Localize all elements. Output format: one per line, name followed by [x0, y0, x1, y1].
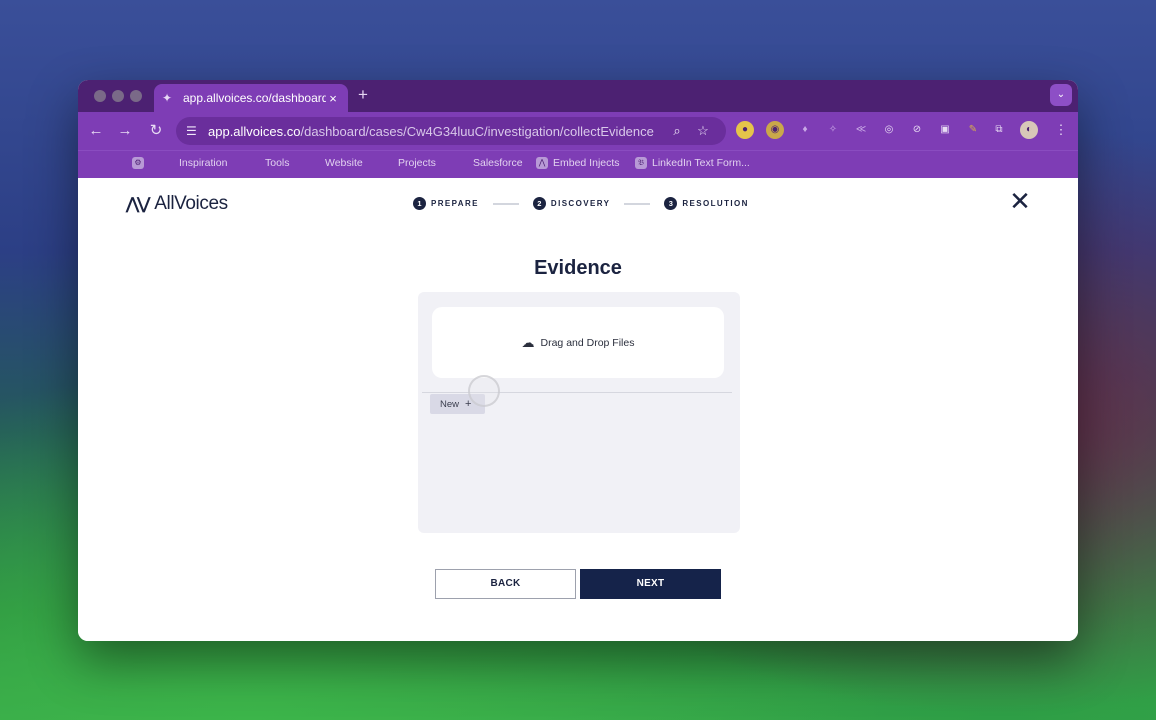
step-number: 3 [664, 197, 678, 210]
extension-5-icon[interactable]: ≪ [852, 121, 870, 139]
bookmark-linkedin[interactable]: 𝔅 LinkedIn Text Form... [635, 157, 750, 170]
site-settings-icon[interactable]: ☰ [186, 124, 208, 138]
zoom-icon[interactable]: ⌕ [664, 123, 690, 139]
url-text[interactable]: app.allvoices.co/dashboard/cases/Cw4G34l… [208, 124, 664, 139]
bookmark-star-icon[interactable]: ☆ [690, 123, 716, 139]
tab-strip: ✦ app.allvoices.co/dashboard/c × + ⌄ [78, 80, 1078, 112]
extension-1-icon[interactable]: ● [736, 121, 754, 139]
evidence-panel: ☁ Drag and Drop Files New + [418, 292, 740, 533]
bookmark-tools[interactable]: Tools [265, 157, 290, 169]
tab-title: app.allvoices.co/dashboard/c [183, 91, 326, 105]
dropzone-label: Drag and Drop Files [540, 336, 635, 349]
allvoices-logo[interactable]: ⋀⋁ AllVoices [126, 193, 228, 215]
step-connector [492, 202, 519, 205]
bookmarks-bar: ⚙ Inspiration Tools Website Projects Sal… [78, 150, 1078, 178]
progress-stepper: 1 PREPARE 2 DISCOVERY 3 RESOLUTION [413, 197, 749, 210]
url-path: /dashboard/cases/Cw4G34luuC/investigatio… [300, 123, 654, 139]
address-bar[interactable]: ☰ app.allvoices.co/dashboard/cases/Cw4G3… [176, 117, 726, 145]
bookmark-inspiration[interactable]: Inspiration [179, 157, 227, 169]
click-indicator [468, 375, 500, 407]
bookmark-favicon-icon[interactable]: ⚙ [132, 157, 149, 170]
step-discovery: 2 DISCOVERY [532, 197, 611, 210]
step-label: PREPARE [431, 199, 479, 208]
allvoices-logo-icon: ⋀⋁ [126, 196, 150, 213]
browser-toolbar: ← → ↻ ☰ app.allvoices.co/dashboard/cases… [78, 112, 1078, 150]
cloud-upload-icon: ☁ [521, 334, 535, 350]
step-number: 1 [413, 197, 426, 210]
bookmark-embed-injects[interactable]: ⋀ Embed Injects [536, 157, 620, 170]
step-resolution: 3 RESOLUTION [664, 197, 748, 210]
browser-menu-icon[interactable]: ⋮ [1052, 121, 1070, 139]
back-arrow-icon[interactable]: ← [85, 120, 107, 142]
reload-icon[interactable]: ↻ [145, 120, 167, 142]
allvoices-favicon-icon: ⋀ [536, 157, 548, 170]
new-tab-button[interactable]: + [358, 85, 368, 105]
step-number: 2 [532, 197, 546, 210]
forward-arrow-icon[interactable]: → [114, 120, 136, 142]
close-window-button[interactable] [94, 90, 106, 102]
file-dropzone[interactable]: ☁ Drag and Drop Files [432, 307, 724, 378]
bookmark-website[interactable]: Website [325, 157, 363, 169]
profile-avatar[interactable]: ◐ [1020, 121, 1038, 139]
close-icon[interactable]: ✕ [1008, 188, 1032, 214]
tab-favicon-icon: ✦ [162, 91, 173, 105]
tab-close-icon[interactable]: × [326, 91, 340, 106]
page-title: Evidence [534, 257, 622, 279]
extension-9-icon[interactable]: ✎ [964, 121, 982, 139]
browser-tab[interactable]: ✦ app.allvoices.co/dashboard/c × [154, 84, 348, 112]
back-button[interactable]: BACK [435, 569, 576, 599]
step-label: DISCOVERY [550, 199, 611, 208]
browser-window: ✦ app.allvoices.co/dashboard/c × + ⌄ ← →… [78, 80, 1078, 641]
zoom-window-button[interactable] [130, 90, 142, 102]
url-host: app.allvoices.co [208, 123, 301, 139]
linkedin-favicon-icon: 𝔅 [635, 157, 647, 170]
next-button[interactable]: NEXT [580, 569, 721, 599]
tab-search-button[interactable]: ⌄ [1050, 84, 1072, 106]
step-label: RESOLUTION [682, 199, 749, 208]
extension-4-icon[interactable]: ✧ [824, 121, 842, 139]
bookmark-projects[interactable]: Projects [398, 157, 436, 169]
extension-3-icon[interactable]: ♦ [796, 121, 814, 139]
minimize-window-button[interactable] [112, 90, 124, 102]
step-prepare: 1 PREPARE [413, 197, 479, 210]
extension-2-icon[interactable]: ◉ [766, 121, 784, 139]
bookmark-salesforce[interactable]: Salesforce [473, 157, 523, 169]
extension-8-icon[interactable]: ▣ [936, 121, 954, 139]
page-content: ⋀⋁ AllVoices 1 PREPARE 2 DISCOVERY 3 RES… [78, 178, 1078, 641]
logo-text: AllVoices [154, 193, 228, 214]
new-button-label: New [440, 399, 460, 410]
bookmark-linkedin-label: LinkedIn Text Form... [652, 157, 750, 169]
step-connector [624, 202, 651, 205]
bookmark-embed-injects-label: Embed Injects [553, 157, 620, 169]
extensions-puzzle-icon[interactable]: ⧉ [990, 121, 1008, 139]
extension-7-icon[interactable]: ⊘ [908, 121, 926, 139]
extension-6-icon[interactable]: ◎ [880, 121, 898, 139]
